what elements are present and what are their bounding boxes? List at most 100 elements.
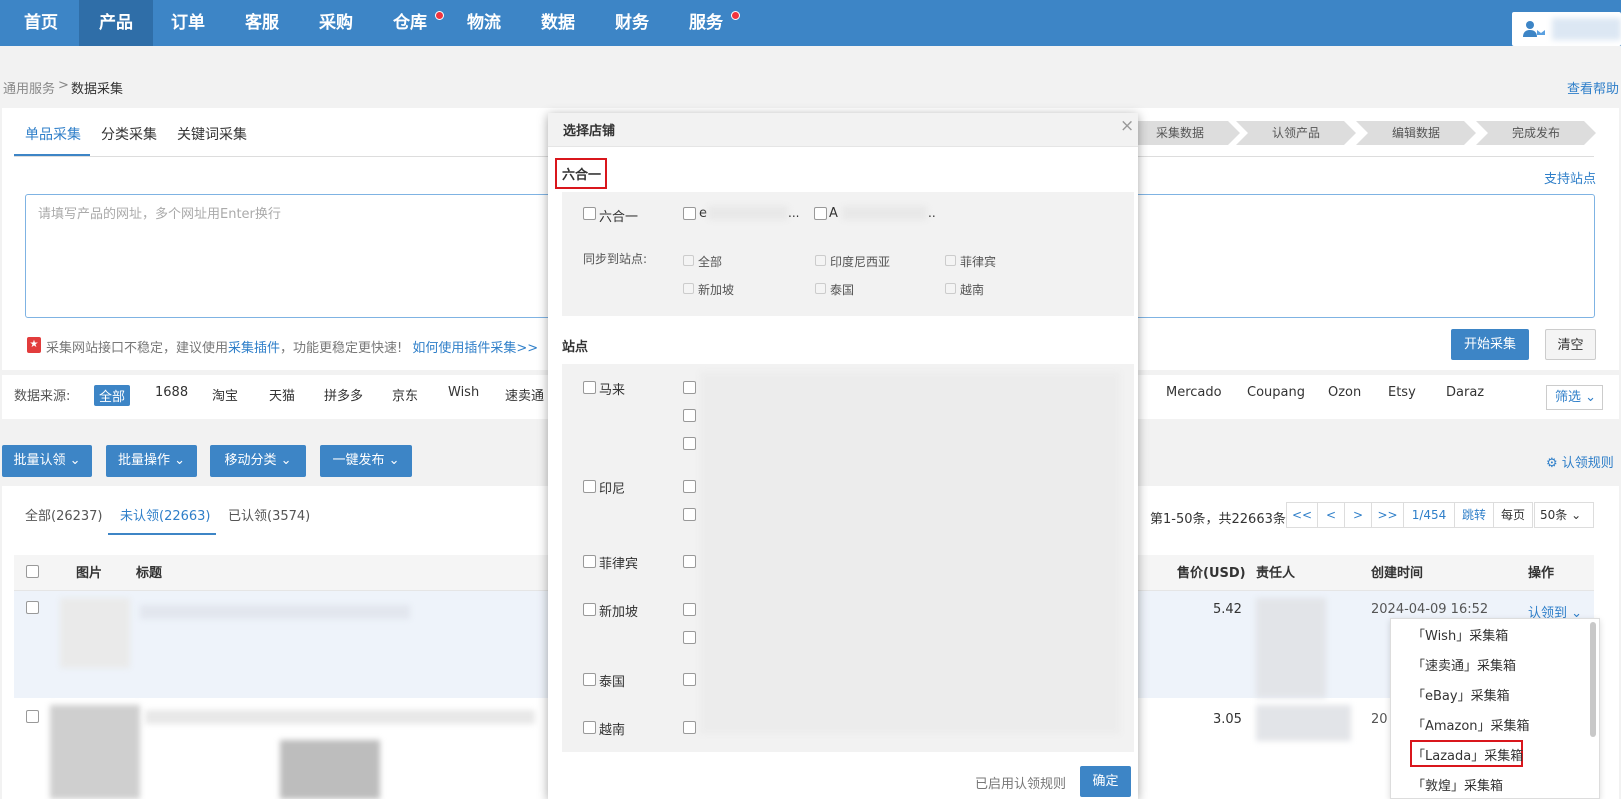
- source-all[interactable]: 全部: [94, 385, 131, 406]
- source-taobao[interactable]: 淘宝: [212, 385, 238, 404]
- source-jd[interactable]: 京东: [392, 385, 418, 404]
- col-created: 创建时间: [1371, 566, 1424, 581]
- page-prev-button[interactable]: <: [1317, 502, 1345, 528]
- count-unclaimed[interactable]: 未认领(22663): [120, 505, 211, 524]
- move-category-button[interactable]: 移动分类 ⌄: [210, 445, 306, 477]
- per-page-value: 50条: [1540, 508, 1568, 522]
- source-mercado[interactable]: Mercado: [1166, 385, 1222, 400]
- sync-checkbox[interactable]: [945, 283, 956, 294]
- batch-ops-button[interactable]: 批量操作 ⌄: [106, 445, 197, 477]
- sync-checkbox[interactable]: [815, 255, 826, 266]
- dropdown-item-dhgate[interactable]: 「敦煌」采集箱: [1412, 775, 1503, 794]
- supported-sites-link[interactable]: 支持站点: [1544, 168, 1596, 187]
- source-pinduoduo[interactable]: 拼多多: [324, 385, 363, 404]
- shop-checkbox[interactable]: [683, 409, 696, 422]
- shop-checkbox[interactable]: [683, 480, 696, 493]
- dropdown-item-ebay[interactable]: 「eBay」采集箱: [1412, 685, 1510, 704]
- shop-name-ellipsis: ..: [928, 206, 936, 220]
- source-ozon[interactable]: Ozon: [1328, 385, 1361, 400]
- tab-keyword[interactable]: 关键词采集: [177, 124, 247, 144]
- claim-rules-link[interactable]: ⚙ 认领规则: [1546, 452, 1614, 471]
- nav-orders[interactable]: 订单: [151, 0, 225, 46]
- page-jump-button[interactable]: 跳转: [1454, 502, 1494, 528]
- row-checkbox[interactable]: [26, 601, 39, 614]
- dropdown-item-amazon[interactable]: 「Amazon」采集箱: [1412, 715, 1530, 734]
- nav-data[interactable]: 数据: [521, 0, 595, 46]
- per-page-select[interactable]: 50条 ⌄: [1534, 502, 1594, 528]
- site-checkbox[interactable]: [583, 555, 596, 568]
- shop-checkbox[interactable]: [683, 437, 696, 450]
- dropdown-item-lazada[interactable]: 「Lazada」采集箱: [1412, 745, 1523, 764]
- start-collect-button[interactable]: 开始采集: [1451, 329, 1529, 360]
- breadcrumb-parent[interactable]: 通用服务: [3, 78, 55, 97]
- sync-checkbox[interactable]: [683, 255, 694, 266]
- claim-rules-label: 认领规则: [1561, 456, 1614, 471]
- one-click-publish-button[interactable]: 一键发布 ⌄: [320, 445, 412, 477]
- sync-checkbox[interactable]: [815, 283, 826, 294]
- site-checkbox[interactable]: [583, 381, 596, 394]
- shop-checkbox[interactable]: [683, 555, 696, 568]
- shop-checkbox[interactable]: [683, 721, 696, 734]
- tab-category[interactable]: 分类采集: [101, 124, 157, 144]
- page-indicator[interactable]: 1/454: [1403, 502, 1455, 528]
- help-link[interactable]: 查看帮助: [1567, 78, 1619, 97]
- site-label: 新加坡: [599, 605, 639, 620]
- filter-dropdown[interactable]: 筛选 ⌄: [1546, 385, 1603, 410]
- nav-warehouse[interactable]: 仓库: [373, 0, 447, 46]
- nav-services[interactable]: 服务: [669, 0, 743, 46]
- site-checkbox[interactable]: [583, 603, 596, 616]
- shop-checkbox[interactable]: [683, 673, 696, 686]
- source-aliexpress[interactable]: 速卖通: [505, 385, 544, 404]
- enabled-claim-rules-link[interactable]: 已启用认领规则: [975, 773, 1066, 792]
- sync-checkbox[interactable]: [683, 283, 694, 294]
- select-all-checkbox[interactable]: [26, 565, 39, 578]
- howto-link[interactable]: 如何使用插件采集>>: [412, 341, 538, 356]
- shop-checkbox[interactable]: [683, 603, 696, 616]
- close-icon[interactable]: ×: [1120, 116, 1134, 136]
- pagination-summary: 第1-50条，共22663条: [1150, 512, 1286, 527]
- count-all[interactable]: 全部(26237): [25, 505, 103, 524]
- source-coupang[interactable]: Coupang: [1247, 385, 1305, 400]
- user-menu[interactable]: [1512, 12, 1621, 46]
- tab-single[interactable]: 单品采集: [25, 124, 81, 144]
- nav-products[interactable]: 产品: [79, 0, 153, 46]
- source-wish[interactable]: Wish: [448, 385, 479, 400]
- source-tmall[interactable]: 天猫: [269, 385, 295, 404]
- nav-logistics[interactable]: 物流: [447, 0, 521, 46]
- batch-claim-button[interactable]: 批量认领 ⌄: [2, 445, 92, 477]
- site-checkbox[interactable]: [583, 721, 596, 734]
- source-1688[interactable]: 1688: [155, 385, 188, 400]
- nav-service[interactable]: 客服: [225, 0, 299, 46]
- six-in-one-checkbox[interactable]: [583, 207, 596, 220]
- nav-purchase[interactable]: 采购: [299, 0, 373, 46]
- source-daraz[interactable]: Daraz: [1446, 385, 1484, 400]
- shop-checkbox[interactable]: [683, 207, 696, 220]
- shop-checkbox[interactable]: [814, 207, 827, 220]
- page-last-button[interactable]: >>: [1371, 502, 1404, 528]
- confirm-button[interactable]: 确定: [1080, 766, 1131, 797]
- nav-home[interactable]: 首页: [4, 0, 78, 46]
- page-first-button[interactable]: <<: [1286, 502, 1318, 528]
- dropdown-item-aliexpress[interactable]: 「速卖通」采集箱: [1412, 655, 1516, 674]
- section-six-in-one: 六合一: [562, 168, 602, 183]
- col-price: 售价(USD): [1177, 566, 1246, 581]
- nav-finance[interactable]: 财务: [595, 0, 669, 46]
- shop-checkbox[interactable]: [683, 381, 696, 394]
- page-next-button[interactable]: >: [1344, 502, 1372, 528]
- shop-checkbox[interactable]: [683, 631, 696, 644]
- count-claimed[interactable]: 已认领(3574): [228, 505, 310, 524]
- dropdown-item-wish[interactable]: 「Wish」采集箱: [1412, 625, 1508, 644]
- per-page-label: 每页: [1493, 502, 1533, 528]
- sync-site-label: 越南: [960, 283, 985, 297]
- site-label: 印尼: [599, 482, 626, 497]
- dropdown-scrollbar[interactable]: [1590, 622, 1596, 737]
- clear-button[interactable]: 清空: [1545, 329, 1596, 360]
- sync-checkbox[interactable]: [945, 255, 956, 266]
- row-checkbox[interactable]: [26, 710, 39, 723]
- site-checkbox[interactable]: [583, 480, 596, 493]
- source-etsy[interactable]: Etsy: [1388, 385, 1416, 400]
- plugin-link[interactable]: 采集插件: [228, 341, 280, 356]
- shop-checkbox[interactable]: [683, 508, 696, 521]
- site-label: 马来: [599, 383, 626, 398]
- site-checkbox[interactable]: [583, 673, 596, 686]
